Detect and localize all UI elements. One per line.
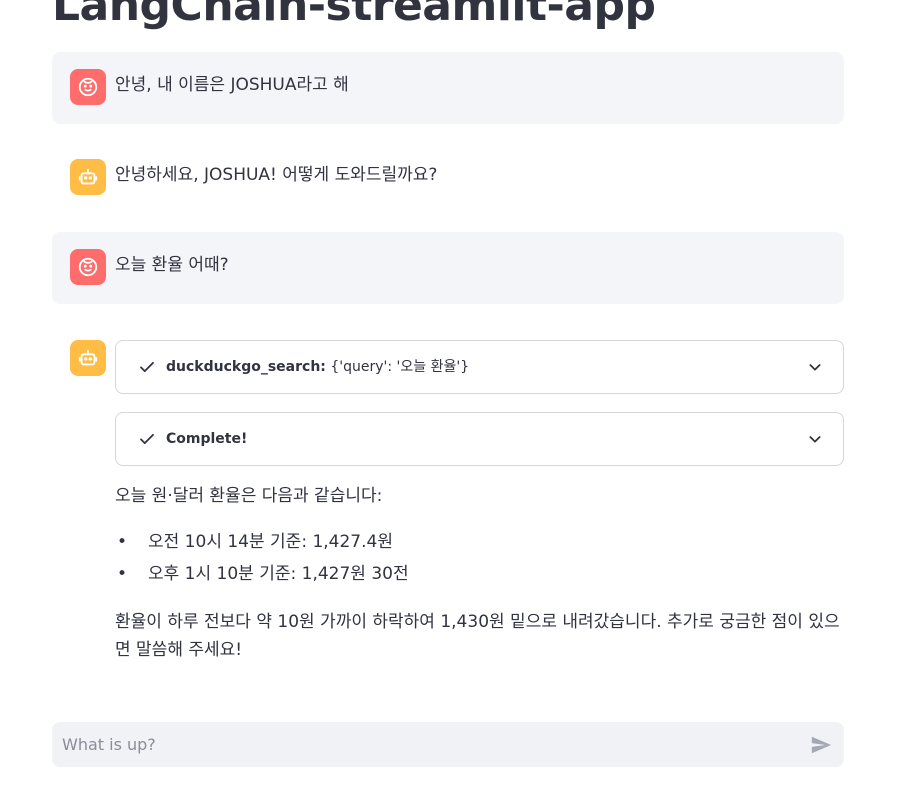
tool-step-expander[interactable]: duckduckgo_search: {'query': '오늘 환율'}: [115, 340, 844, 394]
list-item: 오후 1시 10분 기준: 1,427원 30전: [115, 558, 844, 590]
complete-step-expander[interactable]: Complete!: [115, 412, 844, 466]
send-button[interactable]: [810, 734, 832, 756]
tool-name: duckduckgo_search:: [166, 359, 326, 375]
message-text: 안녕하세요, JOSHUA! 어떻게 도와드릴까요?: [115, 165, 438, 185]
chat-message-assistant: 안녕하세요, JOSHUA! 어떻게 도와드릴까요?: [52, 142, 844, 214]
chat-message-user: 오늘 환율 어때?: [52, 232, 844, 304]
bot-avatar-icon: [70, 159, 106, 195]
assistant-answer: 오늘 원·달러 환율은 다음과 같습니다: 오전 10시 14분 기준: 1,4…: [115, 482, 844, 664]
check-icon: [140, 361, 154, 373]
answer-closing: 환율이 하루 전보다 약 10원 가까이 하락하여 1,430원 밑으로 내려갔…: [115, 612, 840, 660]
user-avatar-icon: [70, 249, 106, 285]
chevron-down-icon: [809, 364, 821, 371]
send-icon: [811, 736, 832, 754]
chat-message-user: 안녕, 내 이름은 JOSHUA라고 해: [52, 52, 844, 124]
chat-input-bar: [52, 722, 844, 767]
message-text: 안녕, 내 이름은 JOSHUA라고 해: [115, 75, 349, 95]
user-avatar-icon: [70, 69, 106, 105]
chat-input[interactable]: [52, 722, 792, 767]
expander-label: Complete!: [166, 428, 247, 450]
answer-intro: 오늘 원·달러 환율은 다음과 같습니다:: [115, 486, 383, 506]
check-icon: [140, 433, 154, 445]
list-item: 오전 10시 14분 기준: 1,427.4원: [115, 526, 844, 558]
chevron-down-icon: [809, 436, 821, 443]
page-title: LangChain-streamlit-app: [52, 0, 656, 31]
app-page: LangChain-streamlit-app 안녕, 내 이름은 JOSHUA…: [0, 0, 908, 791]
message-text: 오늘 환율 어때?: [115, 255, 229, 275]
step-status: Complete!: [166, 431, 248, 447]
bot-avatar-icon: [70, 340, 106, 376]
answer-list: 오전 10시 14분 기준: 1,427.4원 오후 1시 10분 기준: 1,…: [115, 526, 844, 590]
expander-label: duckduckgo_search: {'query': '오늘 환율'}: [166, 356, 469, 378]
tool-input: {'query': '오늘 환율'}: [330, 359, 470, 375]
